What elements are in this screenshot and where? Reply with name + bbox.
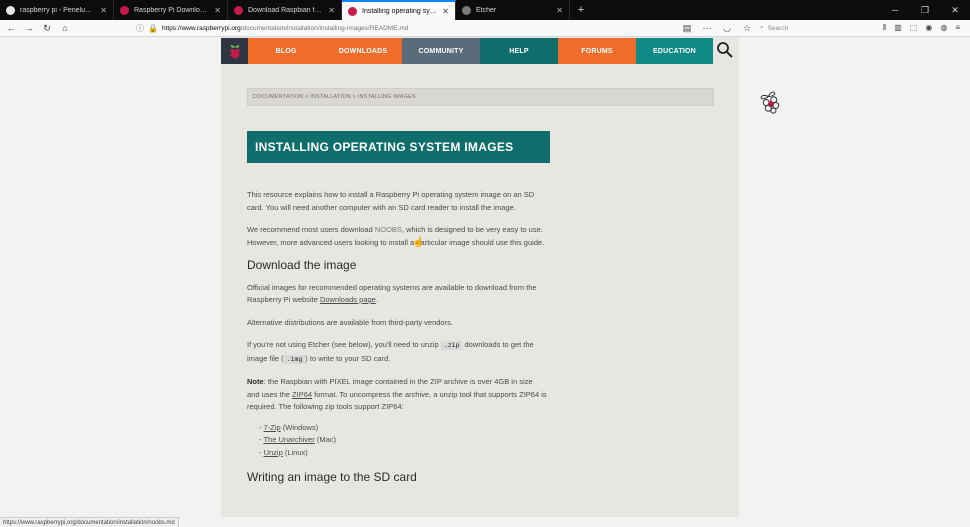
lock-icon: 🔒 xyxy=(148,23,158,33)
window-controls: ─ ❐ ✕ xyxy=(880,0,970,20)
site-navigation: BLOG DOWNLOADS COMMUNITY HELP FORUMS EDU… xyxy=(221,38,713,64)
sync-icon[interactable]: ◉ xyxy=(925,23,932,33)
tab-title: Etcher xyxy=(476,6,497,14)
nav-forums[interactable]: FORUMS xyxy=(558,38,636,64)
library-icon[interactable]: ⫴ xyxy=(883,23,886,33)
7zip-link[interactable]: 7-Zip xyxy=(264,423,281,432)
etcher-icon xyxy=(462,5,471,15)
note-paragraph: Note: the Raspbian with PIXEL image cont… xyxy=(247,377,547,411)
pocket-icon[interactable]: ◡ xyxy=(720,21,734,35)
nav-community[interactable]: COMMUNITY xyxy=(402,38,480,64)
breadcrumb[interactable]: DOCUMENTATION > INSTALLATION > INSTALLIN… xyxy=(247,88,714,106)
site-info-icon[interactable]: ⓘ xyxy=(136,23,144,34)
nav-blog[interactable]: BLOG xyxy=(248,38,324,64)
search-placeholder: Search xyxy=(767,24,789,32)
close-tab-icon[interactable]: ✕ xyxy=(214,6,221,15)
raspberry-pi-logo[interactable] xyxy=(221,38,248,64)
tab-title: raspberry pi - Penelusuran Goo xyxy=(20,6,95,14)
intro-paragraph: This resource explains how to install a … xyxy=(247,190,535,212)
official-paragraph: Official images for recommended operatin… xyxy=(247,282,537,305)
site-search-icon[interactable] xyxy=(716,41,734,59)
tab-1[interactable]: Raspberry Pi Downloads - Sof ✕ xyxy=(114,0,228,20)
floating-raspberry-icon xyxy=(760,91,780,114)
tab-bar: raspberry pi - Penelusuran Goo✕Raspberry… xyxy=(0,0,970,20)
article-content: This resource explains how to install a … xyxy=(247,189,547,494)
list-item: 7-Zip (Windows) xyxy=(259,422,547,435)
close-tab-icon[interactable]: ✕ xyxy=(442,7,449,16)
home-icon[interactable]: ⌂ xyxy=(58,21,72,35)
close-window-button[interactable]: ✕ xyxy=(940,0,970,20)
new-tab-button[interactable]: + xyxy=(570,0,592,20)
tab-0[interactable]: raspberry pi - Penelusuran Goo ✕ xyxy=(0,0,114,20)
nav-education[interactable]: EDUCATION xyxy=(636,38,713,64)
tab-2[interactable]: Download Raspbian for Raspb ✕ xyxy=(228,0,342,20)
unzip-link[interactable]: Unzip xyxy=(264,448,283,457)
search-box[interactable]: ⌕ Search xyxy=(760,22,870,34)
zip64-link[interactable]: ZIP64 xyxy=(292,390,312,399)
web-page-viewport: BLOG DOWNLOADS COMMUNITY HELP FORUMS EDU… xyxy=(0,37,970,517)
tab-title: Installing operating system im xyxy=(362,7,437,15)
page-title: INSTALLING OPERATING SYSTEM IMAGES xyxy=(247,131,550,163)
section-download-heading: Download the image xyxy=(247,258,357,272)
nav-help[interactable]: HELP xyxy=(480,38,558,64)
raspberry-icon xyxy=(120,5,129,15)
downloads-page-link[interactable]: Downloads page xyxy=(320,295,376,304)
navigation-toolbar: ← → ↻ ⌂ ⓘ 🔒 https://www.raspberrypi.org/… xyxy=(0,20,970,37)
forward-icon[interactable]: → xyxy=(22,21,36,35)
extension-icon[interactable]: ◍ xyxy=(940,23,947,33)
sidebar-icon[interactable]: ▥ xyxy=(894,23,902,33)
menu-icon[interactable]: ≡ xyxy=(955,23,960,33)
nav-downloads[interactable]: DOWNLOADS xyxy=(324,38,402,64)
close-tab-icon[interactable]: ✕ xyxy=(100,6,107,15)
screenshot-icon[interactable]: ⬚ xyxy=(910,23,918,33)
img-code: .img xyxy=(283,354,306,364)
minimize-button[interactable]: ─ xyxy=(880,0,910,20)
google-icon xyxy=(6,5,15,15)
close-tab-icon[interactable]: ✕ xyxy=(328,6,335,15)
list-item: Unzip (Linux) xyxy=(259,447,547,460)
tab-4[interactable]: Etcher ✕ xyxy=(456,0,570,20)
tab-3[interactable]: Installing operating system im ✕ xyxy=(342,0,456,20)
close-tab-icon[interactable]: ✕ xyxy=(556,6,563,15)
raspberry-icon xyxy=(348,6,357,16)
mouse-pointer-icon: ☝ xyxy=(412,237,425,248)
raspberry-icon xyxy=(234,5,243,15)
noobs-link[interactable]: NOOBS xyxy=(375,225,402,234)
url-bar[interactable]: ⓘ 🔒 https://www.raspberrypi.org/document… xyxy=(136,22,606,35)
zip-code: .zip xyxy=(440,341,463,350)
alternative-paragraph: Alternative distributions are available … xyxy=(247,317,453,327)
search-icon: ⌕ xyxy=(760,24,764,31)
bookmark-star-icon[interactable]: ☆ xyxy=(740,21,754,35)
page-container: BLOG DOWNLOADS COMMUNITY HELP FORUMS EDU… xyxy=(221,37,739,517)
list-item: The Unarchiver (Mac) xyxy=(259,434,547,447)
status-bar-url: https://www.raspberrypi.org/documentatio… xyxy=(0,517,179,527)
tab-title: Raspberry Pi Downloads - Sof xyxy=(134,6,210,14)
back-icon[interactable]: ← xyxy=(4,21,18,35)
zip-tools-list: 7-Zip (Windows) The Unarchiver (Mac) Unz… xyxy=(259,422,547,460)
raspberry-logo-icon xyxy=(229,45,240,59)
unzip-paragraph: If you're not using Etcher (see below), … xyxy=(247,340,534,364)
recommend-paragraph: We recommend most users download NOOBS, … xyxy=(247,225,545,247)
reader-view-icon[interactable]: ▤ xyxy=(680,21,694,35)
maximize-button[interactable]: ❐ xyxy=(910,0,940,20)
url-text[interactable]: https://www.raspberrypi.org/documentatio… xyxy=(162,25,606,32)
section-writing-heading: Writing an image to the SD card xyxy=(247,470,417,484)
unarchiver-link[interactable]: The Unarchiver xyxy=(263,435,314,444)
tab-title: Download Raspbian for Raspb xyxy=(248,6,323,14)
page-actions-icon[interactable]: ⋯ xyxy=(700,21,714,35)
reload-icon[interactable]: ↻ xyxy=(40,21,54,35)
